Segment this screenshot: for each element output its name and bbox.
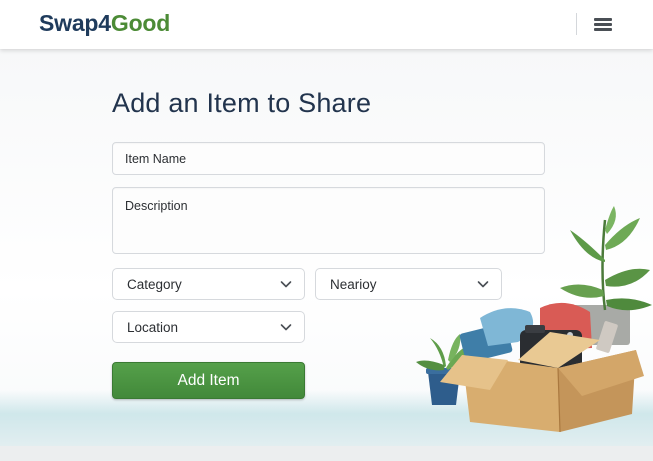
add-item-button[interactable]: Add Item [112, 362, 305, 399]
chevron-down-icon [280, 324, 292, 331]
logo-text-accent: Good [110, 10, 171, 36]
hamburger-menu-icon[interactable] [589, 13, 615, 35]
page-bottom-strip [0, 446, 653, 461]
category-select[interactable]: Category [112, 268, 305, 300]
description-placeholder: Description [125, 199, 188, 213]
app-frame: Swap4Good Add an Item to Share Item Name… [0, 0, 653, 461]
brand-logo[interactable]: Swap4Good [39, 10, 170, 37]
nearby-select-label: Nearioy [330, 277, 377, 292]
donation-box-illustration [416, 206, 652, 433]
item-name-input[interactable]: Item Name [112, 142, 545, 175]
header-divider [576, 13, 577, 35]
page-title: Add an Item to Share [112, 88, 372, 118]
item-name-placeholder: Item Name [125, 152, 187, 166]
top-navigation-bar: Swap4Good [0, 0, 653, 49]
location-select[interactable]: Location [112, 311, 305, 343]
location-select-label: Location [127, 320, 179, 335]
logo-text-primary: Swap4 [39, 10, 111, 36]
chevron-down-icon [280, 281, 292, 288]
category-select-label: Category [127, 277, 182, 292]
